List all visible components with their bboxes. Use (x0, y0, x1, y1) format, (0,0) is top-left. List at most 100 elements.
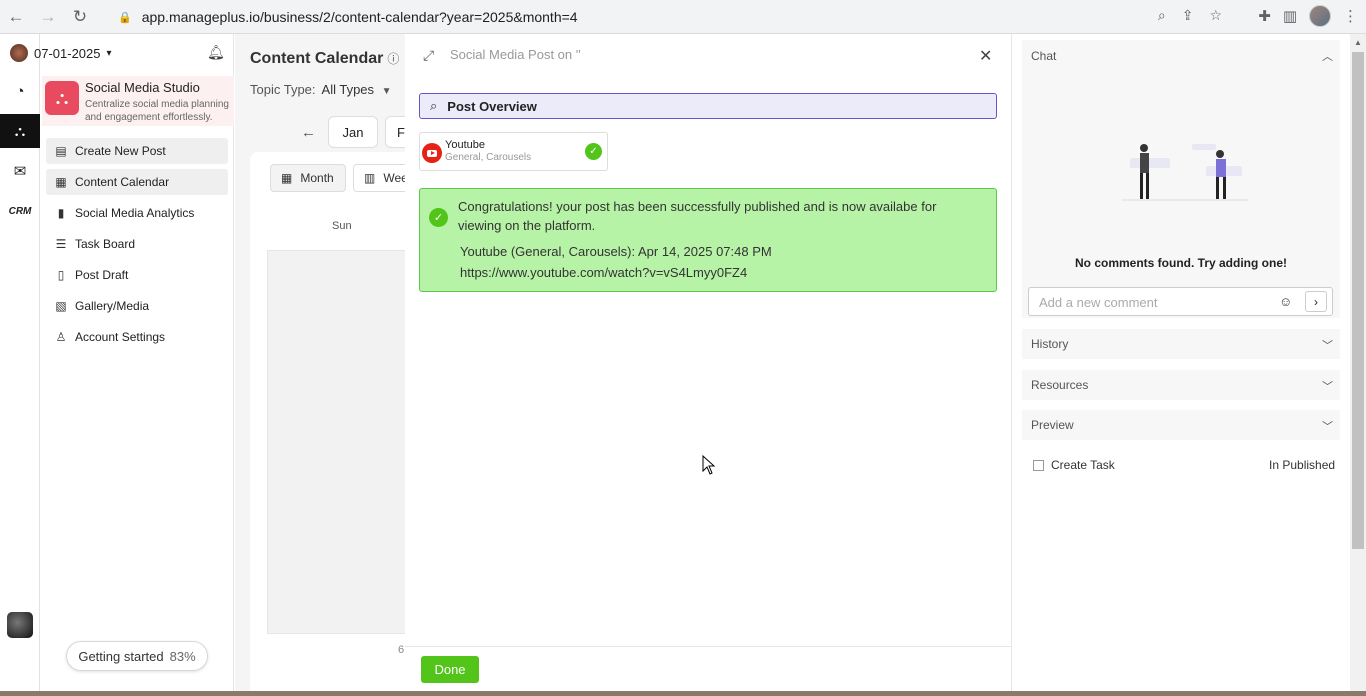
mouse-cursor-icon (702, 455, 716, 475)
sidebar-menu: ▤ Create New Post ▦ Content Calendar ▮ S… (46, 138, 228, 355)
send-button[interactable]: › (1305, 291, 1327, 312)
user-thumbnail[interactable] (7, 612, 33, 638)
dashboard-gauge-icon[interactable]: ◔ (0, 74, 40, 108)
published-url[interactable]: https://www.youtube.com/watch?v=vS4Lmyy0… (460, 265, 747, 280)
chevron-up-icon[interactable]: ︿ (1322, 48, 1333, 64)
taskbar-edge (0, 691, 1366, 696)
right-panel: Chat ︿ No comments found. Try adding one… (1011, 34, 1350, 696)
topic-type-label: Topic Type: (250, 82, 316, 97)
post-modal: ⤢ Social Media Post on '' ✕ ⌕ Post Overv… (405, 34, 1350, 696)
sidebar-item-create-new-post[interactable]: ▤ Create New Post (46, 138, 228, 164)
studio-title: Social Media Studio (85, 80, 200, 95)
comment-input[interactable]: Add a new comment ☺ › (1028, 287, 1333, 316)
notification-bell-icon[interactable]: 🔔︎ (207, 44, 225, 61)
prev-arrow-icon[interactable]: ← (301, 124, 316, 141)
info-icon[interactable]: ⓘ (387, 52, 399, 66)
sidebar-item-label: Content Calendar (75, 175, 170, 189)
app-icon-rail: ◔ ⛬ ✉ CRM (0, 34, 40, 696)
sidebar-item-content-calendar[interactable]: ▦ Content Calendar (46, 169, 228, 195)
chevron-down-icon: ▼ (381, 86, 392, 97)
crm-icon[interactable]: CRM (0, 194, 40, 228)
bookmark-star-icon[interactable]: ☆ (1209, 7, 1222, 24)
sidebar-item-gallery-media[interactable]: ▧ Gallery/Media (46, 293, 228, 319)
expand-icon[interactable]: ⤢ (423, 47, 434, 64)
side-panel-icon[interactable]: ▥ (1283, 7, 1297, 25)
gallery-icon: ▧ (55, 299, 67, 313)
comment-placeholder: Add a new comment (1039, 295, 1158, 310)
chat-section: Chat ︿ No comments found. Try adding one… (1022, 40, 1340, 318)
sidebar-item-task-board[interactable]: ☰ Task Board (46, 231, 228, 257)
done-button[interactable]: Done (421, 656, 479, 683)
date-text: 07-01-2025 (34, 45, 101, 61)
scrollbar-thumb[interactable] (1352, 52, 1364, 549)
content-calendar-area: Content Calendar ⓘ Topic Type: All Types ▼… (235, 34, 427, 696)
platform-card-youtube[interactable]: Youtube General, Carousels ✓ (419, 132, 608, 171)
studio-logo-icon: ⛬ (45, 81, 79, 115)
page-title: Content Calendar ⓘ (250, 50, 399, 68)
sidebar-item-label: Account Settings (75, 330, 166, 344)
lock-icon: 🔒 (118, 11, 132, 24)
browser-toolbar: ← → ↻ 🔒 app.manageplus.io/business/2/con… (0, 0, 1366, 34)
resources-accordion[interactable]: Resources ﹀ (1022, 370, 1340, 400)
topic-type-filter[interactable]: Topic Type: All Types ▼ (250, 82, 392, 97)
calendar-day-number: 6 (398, 644, 405, 656)
view-month-button[interactable]: ▦ Month (270, 164, 346, 192)
page-scrollbar[interactable]: ▲ (1350, 34, 1366, 696)
calendar-panel: ▦ Month ▥ Wee Sun 6 (250, 152, 427, 696)
empty-chat-illustration (1122, 144, 1248, 201)
browser-menu-icon[interactable]: ⋮ (1343, 7, 1358, 25)
publish-detail: Youtube (General, Carousels): Apr 14, 20… (460, 244, 772, 259)
history-label: History (1031, 337, 1069, 351)
forward-icon[interactable]: → (32, 1, 64, 33)
view-week-button[interactable]: ▥ Wee (353, 164, 413, 192)
reload-icon[interactable]: ↻ (64, 1, 96, 33)
page-title-text: Content Calendar (250, 50, 384, 67)
share-icon[interactable]: ⇪ (1182, 7, 1194, 24)
chevron-down-icon: ﹀ (1322, 421, 1333, 433)
address-bar[interactable]: 🔒 app.manageplus.io/business/2/content-c… (110, 4, 1230, 30)
draft-icon: ▯ (57, 268, 65, 282)
post-overview-header: ⌕ Post Overview (419, 93, 997, 119)
status-badge: In Published (1269, 458, 1336, 472)
post-overview-label: Post Overview (447, 98, 537, 114)
topic-type-value: All Types (321, 82, 375, 97)
preview-label: Preview (1031, 418, 1074, 432)
user-icon: ♙ (55, 330, 67, 344)
chevron-down-icon: ﹀ (1322, 381, 1333, 393)
url-text[interactable]: app.manageplus.io/business/2/content-cal… (142, 9, 578, 25)
emoji-icon[interactable]: ☺ (1279, 294, 1292, 309)
create-task-checkbox[interactable] (1033, 460, 1044, 471)
task-board-icon: ☰ (55, 237, 67, 251)
chat-header[interactable]: Chat (1031, 49, 1056, 63)
weekday-header: Sun (332, 220, 352, 232)
published-check-icon: ✓ (585, 143, 602, 160)
create-task-row: Create Task In Published (1022, 450, 1340, 480)
mail-icon[interactable]: ✉ (0, 154, 40, 188)
sidebar-item-social-media-analytics[interactable]: ▮ Social Media Analytics (46, 200, 228, 226)
getting-started-label: Getting started (78, 648, 164, 664)
date-selector[interactable]: 07-01-2025 ▾ (10, 44, 112, 62)
sidebar-item-post-draft[interactable]: ▯ Post Draft (46, 262, 228, 288)
zoom-icon[interactable]: ⌕ (1158, 7, 1166, 24)
platform-subtitle: General, Carousels (445, 152, 532, 163)
sidebar-item-label: Task Board (75, 237, 136, 251)
social-studio-icon[interactable]: ⛬ (0, 114, 40, 148)
calendar-day-cell[interactable] (267, 250, 427, 634)
columns-icon: ▥ (364, 171, 376, 185)
close-icon[interactable]: ✕ (979, 46, 992, 66)
getting-started-button[interactable]: Getting started 83% (66, 641, 208, 671)
business-logo (10, 44, 28, 62)
analytics-icon: ▮ (57, 206, 65, 220)
history-accordion[interactable]: History ﹀ (1022, 329, 1340, 359)
scroll-up-icon[interactable]: ▲ (1354, 38, 1362, 47)
grid-icon: ▦ (281, 171, 293, 185)
empty-comments-text: No comments found. Try adding one! (1074, 256, 1287, 270)
month-jan-button[interactable]: Jan (328, 116, 378, 148)
extensions-icon[interactable]: ✚ (1258, 7, 1271, 25)
profile-avatar[interactable] (1309, 5, 1331, 27)
back-icon[interactable]: ← (0, 1, 32, 33)
preview-accordion[interactable]: Preview ﹀ (1022, 410, 1340, 440)
success-check-icon: ✓ (429, 208, 448, 227)
sidebar-item-label: Gallery/Media (75, 299, 150, 313)
sidebar-item-account-settings[interactable]: ♙ Account Settings (46, 324, 228, 350)
